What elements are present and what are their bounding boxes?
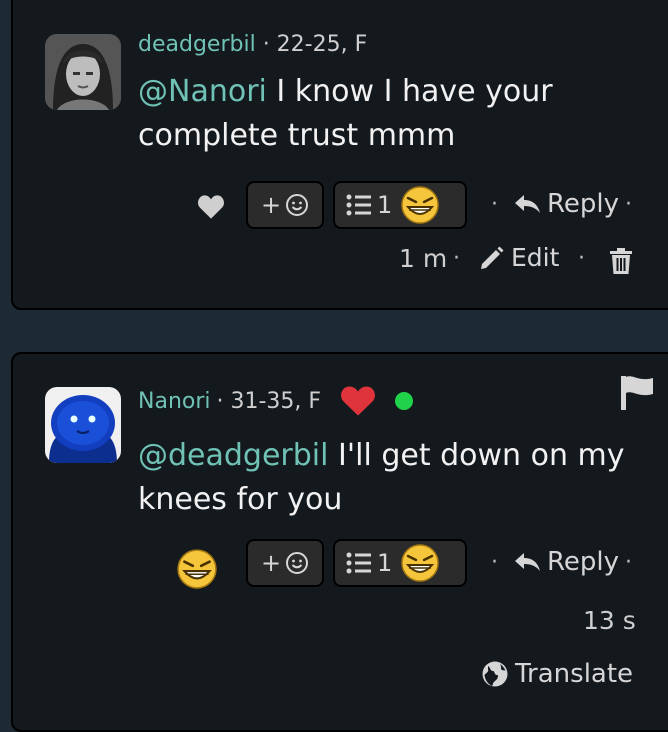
comment-card: Nanori · 31-35, F @deadgerbil I'll get d… (11, 352, 668, 732)
reactions-list-button[interactable]: 1 (333, 181, 467, 229)
comment-meta: Nanori · 31-35, F (138, 385, 414, 417)
separator-dot: · (453, 246, 460, 271)
reply-arrow-icon (513, 551, 541, 573)
edit-button[interactable]: Edit (479, 243, 559, 272)
reply-label: Reply (547, 189, 620, 219)
reaction-count: 1 (377, 549, 393, 577)
edit-label: Edit (511, 243, 560, 272)
avatar[interactable] (45, 34, 121, 110)
comment-card: deadgerbil · 22-25, F @Nanori I know I h… (11, 0, 668, 310)
like-heart-icon[interactable] (197, 194, 225, 224)
online-status-indicator (395, 392, 414, 410)
smiley-icon (285, 551, 309, 575)
separator-dot: · (625, 549, 633, 575)
laughing-emoji-icon (400, 543, 440, 583)
heart-icon (339, 385, 377, 417)
timestamp: 1 m (399, 244, 448, 273)
separator-dot: · (491, 192, 498, 217)
username[interactable]: deadgerbil (138, 32, 256, 57)
add-reaction-button[interactable]: + (246, 539, 324, 587)
comment-text: @deadgerbil I'll get down on my knees fo… (138, 434, 658, 522)
comment-text: @Nanori I know I have your complete trus… (138, 70, 658, 158)
separator-dot: · (491, 550, 498, 575)
avatar[interactable] (45, 387, 121, 463)
separator-dot: · (578, 246, 585, 271)
reply-label: Reply (547, 547, 620, 577)
age-gender: · 22-25, F (262, 32, 368, 57)
plus-label: + (260, 549, 282, 577)
flag-icon[interactable] (619, 374, 655, 414)
mention-link[interactable]: @deadgerbil (138, 438, 328, 473)
laughing-emoji-icon (400, 185, 440, 225)
username[interactable]: Nanori (138, 389, 211, 414)
comment-meta: deadgerbil · 22-25, F (138, 32, 367, 57)
list-icon (345, 550, 373, 576)
plus-label: + (260, 191, 282, 219)
smiley-icon (285, 193, 309, 217)
reply-button[interactable]: Reply · (513, 189, 632, 219)
pencil-icon (479, 245, 505, 271)
trash-icon[interactable] (609, 248, 633, 278)
translate-label: Translate (515, 659, 634, 689)
mention-link[interactable]: @Nanori (138, 74, 267, 109)
reactions-list-button[interactable]: 1 (333, 539, 467, 587)
add-reaction-button[interactable]: + (246, 181, 324, 229)
laughing-emoji-icon[interactable] (176, 548, 218, 594)
reply-arrow-icon (513, 193, 541, 215)
globe-icon (481, 660, 509, 688)
list-icon (345, 192, 373, 218)
timestamp: 13 s (583, 606, 636, 635)
reaction-count: 1 (377, 191, 393, 219)
translate-button[interactable]: Translate (481, 659, 633, 689)
age-gender: · 31-35, F (216, 388, 322, 414)
separator-dot: · (625, 191, 633, 217)
reply-button[interactable]: Reply · (513, 547, 632, 577)
